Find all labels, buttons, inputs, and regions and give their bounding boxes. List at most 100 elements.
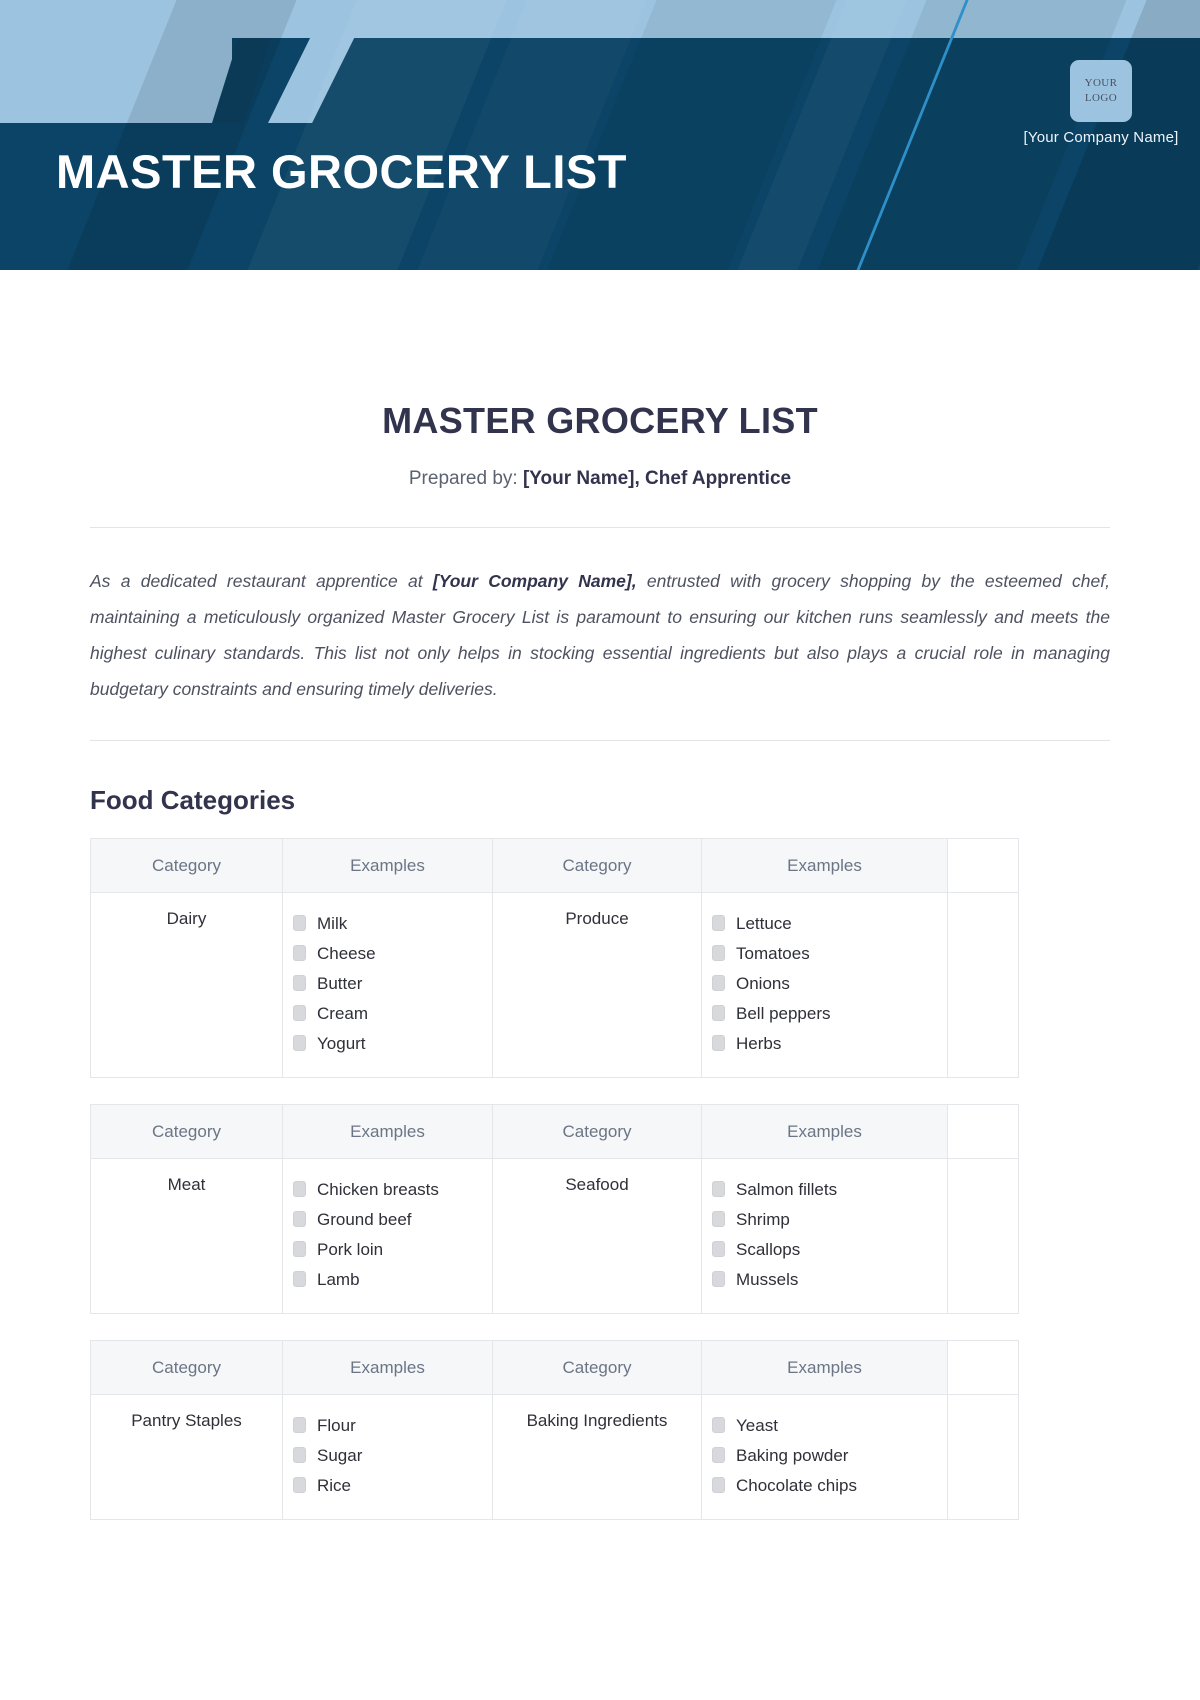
checklist-item-label: Milk [317,913,348,933]
checkbox-icon[interactable] [293,975,306,991]
checkbox-icon[interactable] [293,1181,306,1197]
checklist-item[interactable]: Sugar [293,1441,482,1471]
logo-group: YOUR LOGO [Your Company Name] [1016,60,1186,146]
examples-cell-left: Milk Cheese Butter Cream Yogurt [282,891,493,1078]
checkbox-icon[interactable] [712,1241,725,1257]
checkbox-icon[interactable] [293,1241,306,1257]
checklist-item[interactable]: Salmon fillets [712,1175,937,1205]
checklist-item-label: Cream [317,1003,369,1023]
checkbox-icon[interactable] [712,1477,725,1493]
checklist-item[interactable]: Lamb [293,1265,482,1295]
table-header-row: Category Examples Category Examples [90,1103,1019,1159]
logo-text-line-1: YOUR [1084,77,1118,90]
checkbox-icon[interactable] [293,1035,306,1051]
food-category-table: Category Examples Category Examples Meat Chic… [90,1103,1019,1314]
checklist-item[interactable]: Yeast [712,1411,937,1441]
checklist-item[interactable]: Onions [712,969,937,999]
table-row: Dairy Milk Cheese Butter Cream Yogurt Produce L… [90,891,1019,1078]
column-header-category-left: Category [90,1103,283,1159]
category-cell-right: Seafood [492,1157,702,1314]
checklist-item[interactable]: Ground beef [293,1205,482,1235]
checkbox-icon[interactable] [293,1417,306,1433]
examples-cell-right: Lettuce Tomatoes Onions Bell peppers Herbs [701,891,948,1078]
checklist-item[interactable]: Baking powder [712,1441,937,1471]
document-body: MASTER GROCERY LIST Prepared by: [Your N… [0,400,1200,1520]
checklist-item[interactable]: Cream [293,999,482,1029]
checklist-item-label: Chocolate chips [736,1475,857,1495]
checklist-item[interactable]: Scallops [712,1235,937,1265]
checklist-item[interactable]: Cheese [293,939,482,969]
checklist-item[interactable]: Herbs [712,1029,937,1059]
checklist-item[interactable]: Mussels [712,1265,937,1295]
checklist-item[interactable]: Yogurt [293,1029,482,1059]
examples-cell-left: Chicken breasts Ground beef Pork loin Lamb [282,1157,493,1314]
banner-title: MASTER GROCERY LIST [56,145,627,198]
checkbox-icon[interactable] [293,1447,306,1463]
checklist-item-label: Cheese [317,943,376,963]
checklist-item[interactable]: Rice [293,1471,482,1501]
checkbox-icon[interactable] [712,1417,725,1433]
column-header-examples-right: Examples [701,1103,948,1159]
checkbox-icon[interactable] [293,1271,306,1287]
intro-company-name: [Your Company Name], [432,571,637,591]
checklist-item-label: Sugar [317,1445,363,1465]
checkbox-icon[interactable] [712,1005,725,1021]
checkbox-icon[interactable] [293,1211,306,1227]
checklist-item[interactable]: Milk [293,909,482,939]
checklist-item[interactable]: Pork loin [293,1235,482,1265]
checkbox-icon[interactable] [712,1035,725,1051]
company-name-label: [Your Company Name] [1023,129,1179,146]
category-cell-right: Produce [492,891,702,1078]
checkbox-icon[interactable] [293,945,306,961]
checklist-item[interactable]: Shrimp [712,1205,937,1235]
company-logo-placeholder: YOUR LOGO [1070,60,1132,122]
page-header-banner: MASTER GROCERY LIST YOUR LOGO [Your Comp… [0,0,1200,270]
checklist-item-label: Rice [317,1475,352,1495]
prepared-by-label: Prepared by: [408,468,518,489]
examples-cell-left: Flour Sugar Rice [282,1393,493,1520]
checklist-item[interactable]: Lettuce [712,909,937,939]
checklist-item[interactable]: Flour [293,1411,482,1441]
checkbox-icon[interactable] [293,1005,306,1021]
checklist-item-label: Lettuce [736,913,792,933]
intro-text-part-1: As a dedicated restaurant apprentice at [90,571,433,591]
checklist-item-label: Salmon fillets [736,1179,838,1199]
checklist-item-label: Yogurt [317,1033,366,1053]
page-title: MASTER GROCERY LIST [382,400,818,441]
column-header-examples-left: Examples [282,837,493,893]
checkbox-icon[interactable] [712,945,725,961]
checkbox-icon[interactable] [712,915,725,931]
checkbox-icon[interactable] [712,975,725,991]
checklist-item-label: Mussels [736,1269,799,1289]
checklist-item-label: Baking powder [736,1445,849,1465]
column-header-category-left: Category [90,837,283,893]
column-header-category-right: Category [492,1103,702,1159]
divider-bottom [90,739,1110,741]
checkbox-icon[interactable] [712,1447,725,1463]
checkbox-icon[interactable] [712,1211,725,1227]
checkbox-icon[interactable] [293,1477,306,1493]
checklist-item[interactable]: Butter [293,969,482,999]
logo-text-line-2: LOGO [1084,92,1118,104]
column-header-category-right: Category [492,837,702,893]
checklist-item-label: Tomatoes [736,943,810,963]
spacer-cell [947,1393,1019,1520]
checkbox-icon[interactable] [712,1181,725,1197]
checkbox-icon[interactable] [712,1271,725,1287]
category-cell-left: Pantry Staples [90,1393,283,1520]
column-header-spacer [947,837,1019,893]
checklist-item[interactable]: Chocolate chips [712,1471,937,1501]
checklist-item-label: Butter [317,973,363,993]
checklist-item-label: Chicken breasts [317,1179,439,1199]
examples-cell-right: Yeast Baking powder Chocolate chips [701,1393,948,1520]
prepared-by-value: [Your Name], Chef Apprentice [522,468,792,489]
checklist-item[interactable]: Chicken breasts [293,1175,482,1205]
checkbox-icon[interactable] [293,915,306,931]
column-header-examples-left: Examples [282,1103,493,1159]
checklist-item[interactable]: Bell peppers [712,999,937,1029]
food-category-table: Category Examples Category Examples Pantry S… [90,1339,1019,1520]
checklist-item-label: Lamb [317,1269,360,1289]
table-row: Meat Chicken breasts Ground beef Pork loin L… [90,1157,1019,1314]
checklist-item[interactable]: Tomatoes [712,939,937,969]
checklist-item-label: Scallops [736,1239,801,1259]
